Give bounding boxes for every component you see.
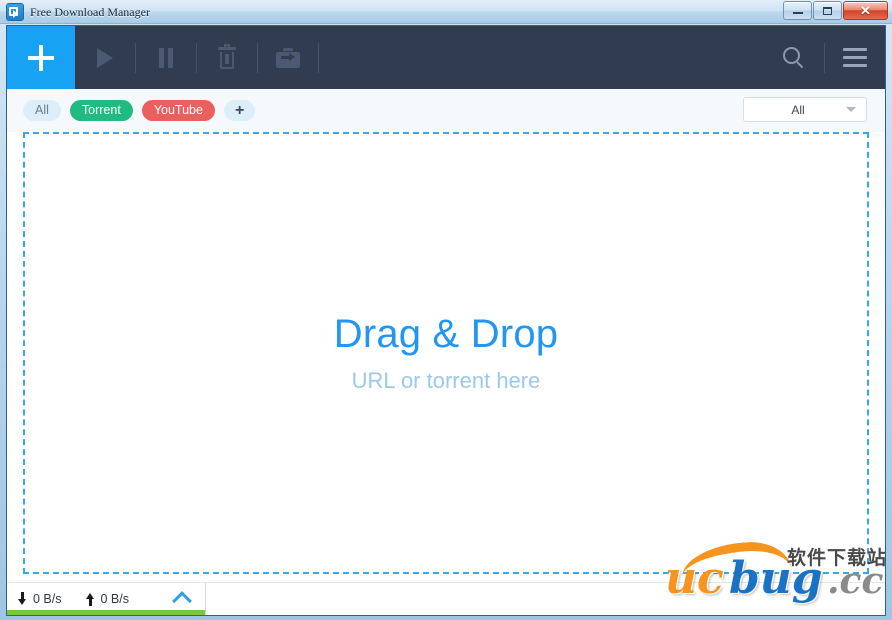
toolbar-right-group: [764, 26, 885, 89]
main-toolbar: [7, 26, 885, 89]
app-client-area: All Torrent YouTube + All Drag & Drop UR…: [6, 25, 886, 616]
dropzone-title: Drag & Drop: [334, 314, 559, 354]
expand-panel-button[interactable]: [173, 590, 191, 608]
tab-torrent[interactable]: Torrent: [70, 100, 133, 121]
upload-speed: 0 B/s: [86, 592, 130, 606]
arrow-up-icon: [86, 592, 95, 606]
toolbar-action-group: [75, 26, 319, 89]
download-speed-value: 0 B/s: [33, 592, 62, 606]
main-menu-button[interactable]: [825, 26, 885, 89]
add-tab-button[interactable]: +: [224, 100, 255, 121]
app-download-arrow-icon: [7, 4, 23, 20]
chevron-up-icon: [172, 591, 192, 611]
status-bar: 0 B/s 0 B/s: [7, 582, 885, 615]
hamburger-menu-icon: [843, 48, 867, 67]
pause-icon: [159, 48, 173, 68]
download-list-area: Drag & Drop URL or torrent here: [7, 132, 885, 584]
search-icon: [783, 47, 805, 69]
folder-arrow-icon: [276, 48, 300, 68]
minimize-button[interactable]: [783, 1, 812, 20]
download-speed: 0 B/s: [18, 592, 62, 606]
maximize-button[interactable]: [813, 1, 842, 20]
tab-youtube[interactable]: YouTube: [142, 100, 215, 121]
trash-icon: [218, 47, 236, 69]
window-controls: ✕: [782, 1, 888, 21]
status-filter-dropdown[interactable]: All: [743, 97, 867, 122]
close-button[interactable]: ✕: [843, 1, 888, 20]
search-button[interactable]: [764, 26, 824, 89]
start-download-button[interactable]: [75, 26, 135, 89]
tab-all[interactable]: All: [23, 100, 61, 121]
drag-and-drop-zone[interactable]: Drag & Drop URL or torrent here: [23, 132, 869, 574]
window-title: Free Download Manager: [30, 5, 150, 20]
add-download-button[interactable]: [7, 26, 75, 89]
minimize-icon: [784, 2, 811, 19]
window-frame: Free Download Manager ✕: [0, 0, 892, 620]
plus-icon: [28, 45, 54, 71]
toolbar-separator: [318, 43, 319, 73]
status-progress-indicator: [7, 610, 205, 615]
upload-speed-value: 0 B/s: [101, 592, 130, 606]
dropzone-subtitle: URL or torrent here: [352, 370, 541, 392]
title-bar: Free Download Manager ✕: [0, 0, 892, 24]
title-bar-left: Free Download Manager: [0, 0, 150, 24]
arrow-down-icon: [18, 592, 27, 606]
filter-tab-bar: All Torrent YouTube + All: [7, 89, 885, 132]
play-icon: [97, 48, 113, 68]
maximize-icon: [814, 2, 841, 19]
move-to-folder-button[interactable]: [258, 26, 318, 89]
pause-download-button[interactable]: [136, 26, 196, 89]
close-icon: ✕: [844, 2, 887, 19]
delete-download-button[interactable]: [197, 26, 257, 89]
chevron-down-icon: [846, 107, 856, 112]
